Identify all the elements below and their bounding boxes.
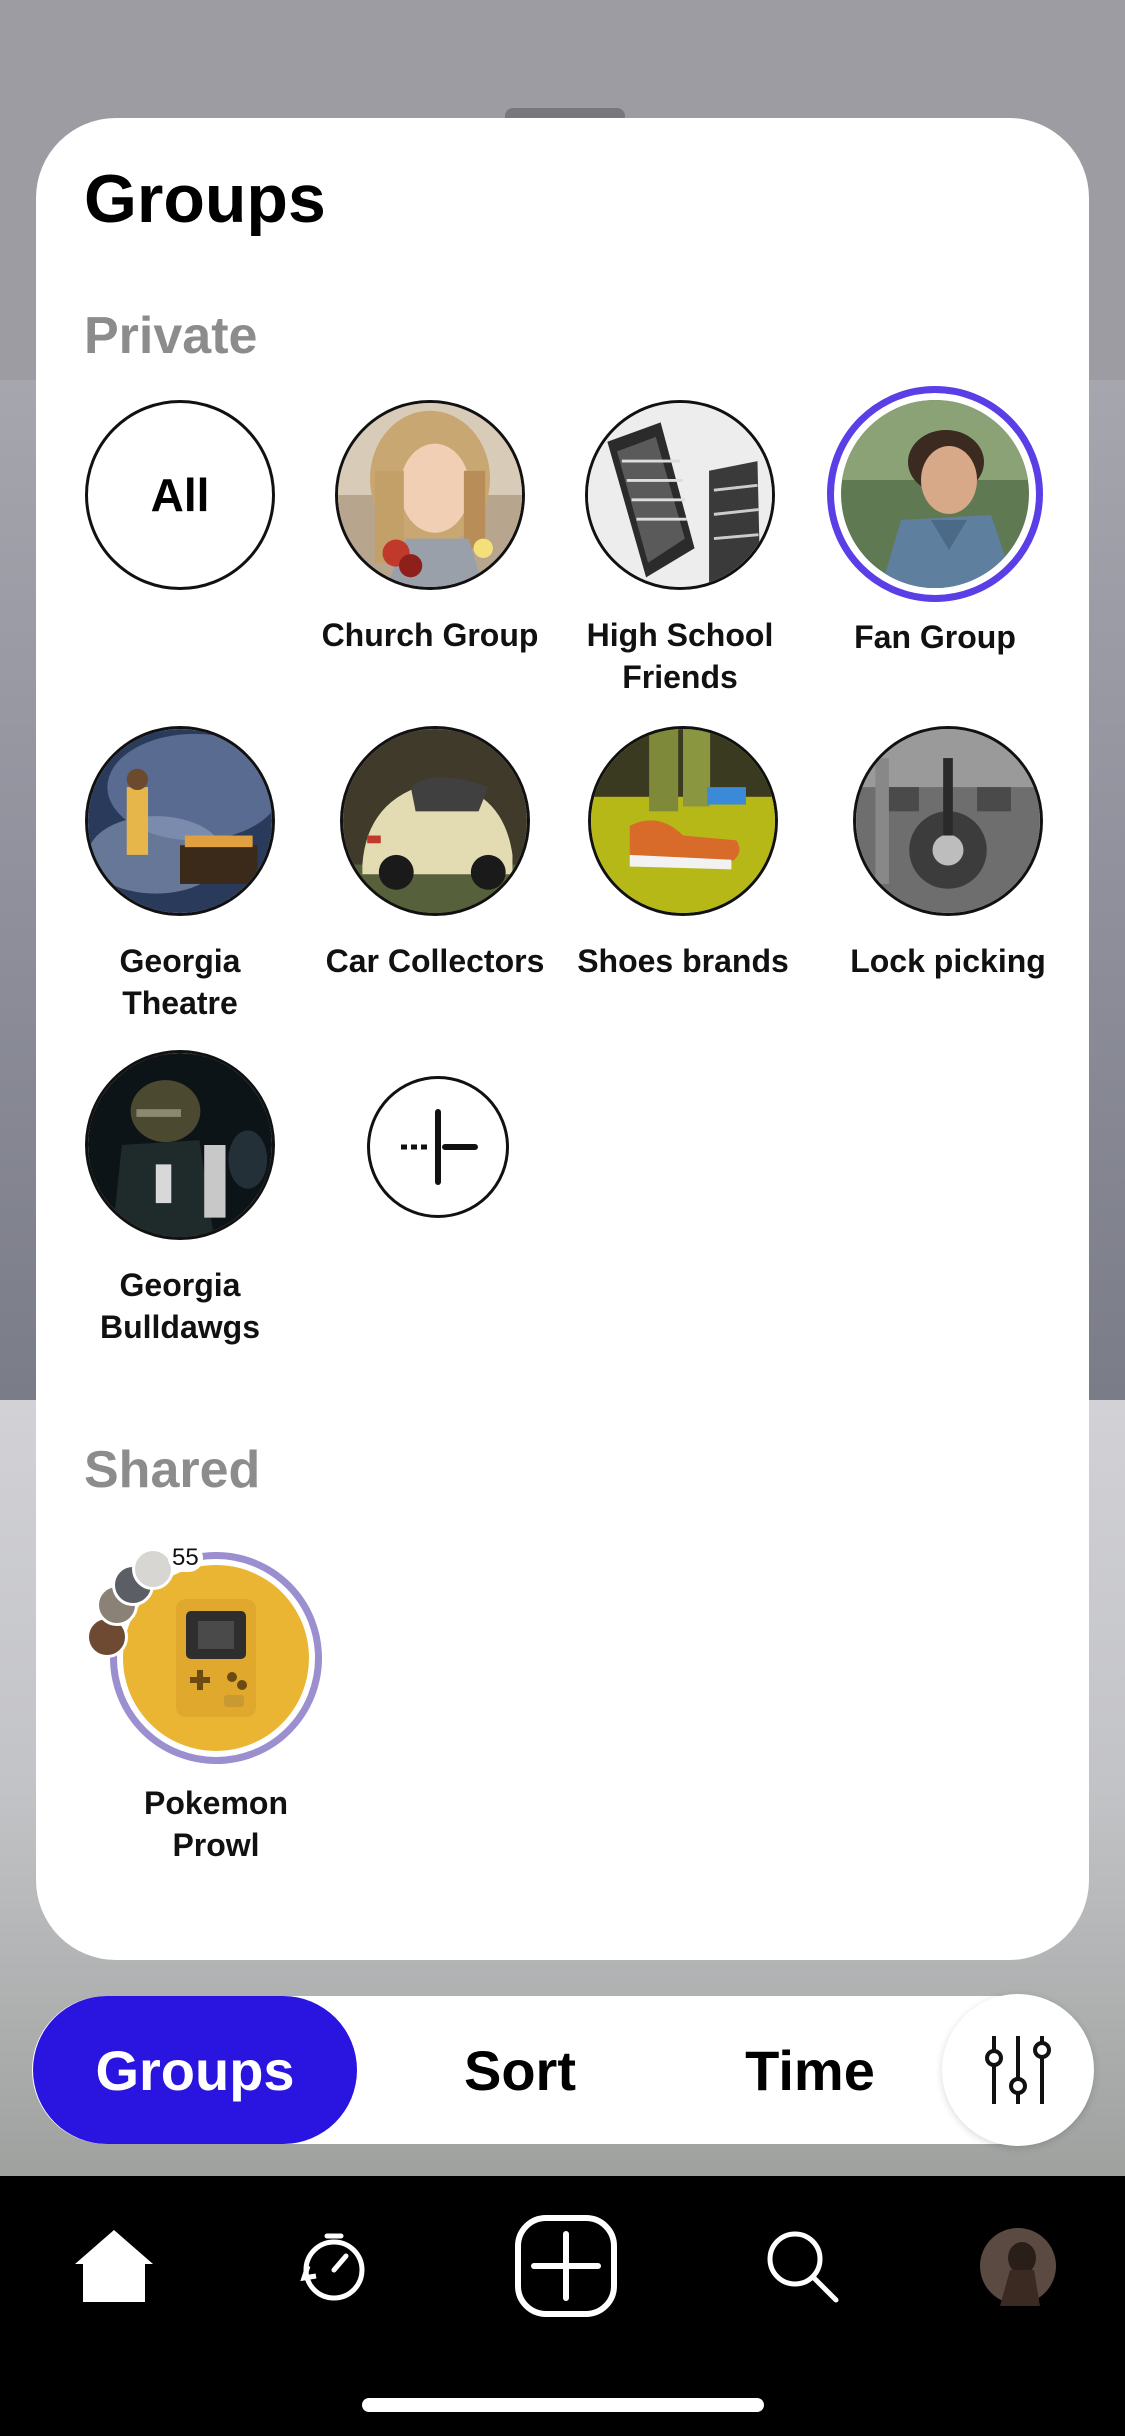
profile-avatar bbox=[980, 2228, 1056, 2306]
nav-home[interactable] bbox=[66, 2218, 162, 2314]
group-label: High School Friends bbox=[586, 617, 774, 695]
woman-portrait-photo[interactable] bbox=[335, 400, 525, 590]
shared-group-label-wrap: Pokemon Prowl bbox=[86, 1760, 346, 1866]
nav-search[interactable] bbox=[754, 2218, 850, 2314]
group-label: Shoes brands bbox=[577, 943, 789, 979]
filter-settings-button[interactable] bbox=[942, 1994, 1094, 2146]
vintage-car-photo[interactable] bbox=[340, 726, 530, 916]
timer-icon bbox=[300, 2233, 365, 2301]
tab-time[interactable]: Time bbox=[710, 1996, 910, 2144]
nav-create[interactable] bbox=[514, 2214, 618, 2318]
home-icon bbox=[75, 2230, 153, 2302]
sneakers-photo[interactable] bbox=[588, 726, 778, 916]
buildings-photo[interactable] bbox=[585, 400, 775, 590]
sliders-icon bbox=[985, 2036, 1051, 2104]
tab-sort[interactable]: Sort bbox=[420, 1996, 620, 2144]
create-icon bbox=[515, 2215, 617, 2317]
group-georgia-bulldawgs[interactable]: Georgia Bulldawgs bbox=[50, 1050, 310, 1348]
group-all[interactable]: All bbox=[50, 400, 310, 590]
man-portrait-photo bbox=[841, 400, 1029, 588]
group-lock-picking[interactable]: Lock picking bbox=[818, 726, 1078, 982]
football-player-photo[interactable] bbox=[85, 1050, 275, 1240]
search-icon bbox=[767, 2231, 839, 2303]
member-count: 55 bbox=[168, 1544, 203, 1572]
group-car-collectors[interactable]: Car Collectors bbox=[305, 726, 565, 982]
group-label: Georgia Bulldawgs bbox=[99, 1267, 260, 1345]
group-label: Georgia Theatre bbox=[119, 943, 241, 1021]
all-circle[interactable]: All bbox=[85, 400, 275, 590]
concert-photo[interactable] bbox=[85, 726, 275, 916]
plus-icon bbox=[401, 1109, 478, 1185]
vault-door-photo[interactable] bbox=[853, 726, 1043, 916]
group-georgia-theatre[interactable]: Georgia Theatre bbox=[50, 726, 310, 1024]
group-label: Church Group bbox=[321, 617, 539, 653]
group-shoes-brands[interactable]: Shoes brands bbox=[553, 726, 813, 982]
group-church-group[interactable]: Church Group bbox=[300, 400, 560, 656]
section-private: Private bbox=[84, 307, 258, 365]
add-group-button[interactable] bbox=[367, 1076, 509, 1218]
tab-groups[interactable]: Groups bbox=[33, 1996, 357, 2144]
group-fan-group[interactable]: Fan Group bbox=[805, 386, 1065, 658]
nav-timer[interactable] bbox=[286, 2218, 382, 2314]
group-label: Fan Group bbox=[854, 619, 1016, 655]
group-label: Pokemon Prowl bbox=[143, 1785, 289, 1863]
group-high-school-friends[interactable]: High School Friends bbox=[550, 400, 810, 698]
group-label: Lock picking bbox=[850, 943, 1046, 979]
nav-profile[interactable] bbox=[970, 2218, 1066, 2314]
all-label: All bbox=[150, 469, 210, 521]
selected-ring[interactable] bbox=[827, 386, 1043, 602]
group-label: Car Collectors bbox=[325, 943, 545, 979]
home-indicator bbox=[362, 2398, 764, 2412]
page-title: Groups bbox=[84, 161, 326, 237]
section-shared: Shared bbox=[84, 1441, 261, 1499]
